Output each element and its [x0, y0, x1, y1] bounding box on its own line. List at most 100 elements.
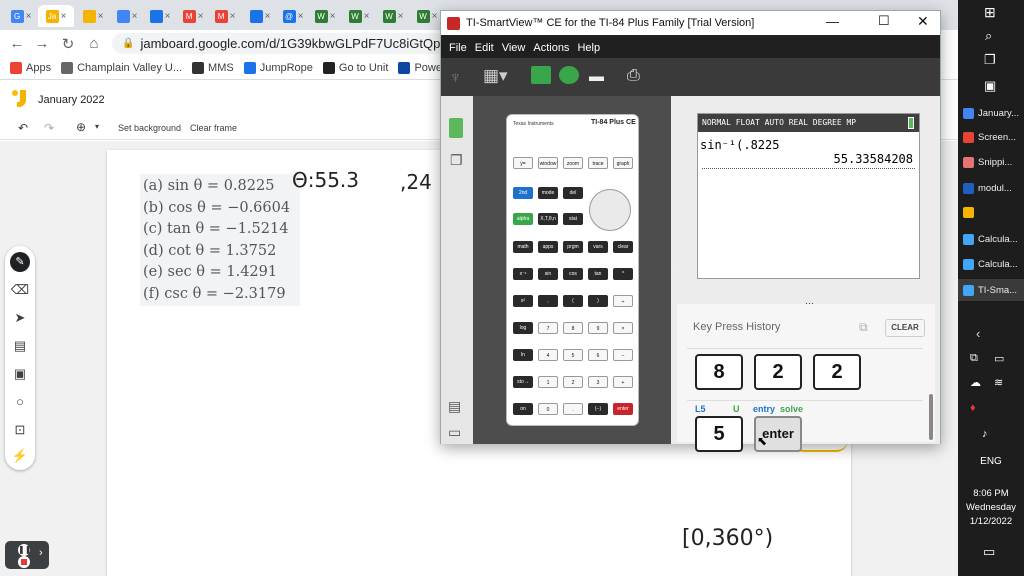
calc-key[interactable]: ln	[513, 349, 533, 361]
calc-key[interactable]: vars	[588, 241, 608, 253]
calc-key[interactable]: ×	[613, 322, 633, 334]
calculator-view-icon[interactable]	[449, 118, 463, 138]
history-key-2b[interactable]: 2	[813, 354, 861, 390]
onedrive-icon[interactable]: ☁	[970, 376, 981, 389]
minimize-icon[interactable]: —	[826, 14, 839, 29]
calc-key[interactable]: X,T,θ,n	[538, 213, 558, 225]
calc-key[interactable]: ,	[538, 295, 558, 307]
handwritten-theta-value[interactable]: Θ:55.3	[292, 168, 359, 192]
close-icon[interactable]: ✕	[917, 13, 929, 30]
home-icon[interactable]: ⌂	[85, 35, 103, 52]
calc-key[interactable]: sto→	[513, 376, 533, 388]
calc-key[interactable]: log	[513, 322, 533, 334]
zoom-dropdown-icon[interactable]: ▾	[95, 122, 99, 131]
bookmark-item[interactable]: Go to Unit	[322, 61, 388, 74]
store-icon[interactable]: ▣	[984, 78, 996, 94]
calc-key[interactable]: window	[538, 157, 558, 169]
calc-key[interactable]: ÷	[613, 295, 633, 307]
clear-frame-button[interactable]: Clear frame	[190, 123, 237, 133]
calc-key[interactable]: .	[563, 403, 583, 415]
notification-icon[interactable]: ▭	[983, 544, 995, 560]
taskbar-app[interactable]: Calcula...	[958, 253, 1024, 275]
tab-close-icon[interactable]: ×	[298, 11, 304, 22]
calc-key[interactable]: prgm	[563, 241, 583, 253]
reload-icon[interactable]: ↻	[59, 35, 77, 53]
tab-close-icon[interactable]: ×	[61, 11, 67, 22]
handwritten-interval[interactable]: [0,360°)	[682, 526, 773, 551]
calc-key[interactable]: 1	[538, 376, 558, 388]
menu-item[interactable]: Actions	[533, 42, 569, 54]
tab-close-icon[interactable]: ×	[26, 11, 32, 22]
forward-icon[interactable]: →	[33, 35, 51, 52]
browser-tab[interactable]: M ×	[178, 5, 208, 27]
calc-key[interactable]: x⁻¹	[513, 268, 533, 280]
clear-history-button[interactable]: CLEAR	[885, 319, 925, 337]
browser-tab[interactable]: W ×	[378, 5, 408, 27]
chevron-left-icon[interactable]: ‹	[976, 326, 980, 341]
browser-tab[interactable]: W ×	[310, 5, 340, 27]
tab-close-icon[interactable]: ×	[432, 11, 438, 22]
calc-key[interactable]: mode	[538, 187, 558, 199]
text-box-icon[interactable]: ⊡	[10, 420, 30, 440]
browser-tab[interactable]: G ×	[6, 5, 36, 27]
stop-icon[interactable]	[18, 556, 30, 568]
menu-item[interactable]: Edit	[475, 42, 494, 54]
calc-key[interactable]: x²	[513, 295, 533, 307]
calc-key[interactable]: 7	[538, 322, 558, 334]
calc-key[interactable]: enter	[613, 403, 633, 415]
page-title[interactable]: January 2022	[38, 94, 105, 106]
calc-key[interactable]: )	[588, 295, 608, 307]
calc-key[interactable]: clear	[613, 241, 633, 253]
address-bar[interactable]: 🔒 jamboard.google.com/d/1G39kbwGLPdF7Uc8…	[112, 33, 447, 54]
undo-icon[interactable]: ↶	[18, 121, 28, 135]
panel-divider-handle[interactable]: ⋮	[674, 266, 682, 275]
back-icon[interactable]: ←	[8, 35, 26, 52]
history-key-8[interactable]: 8	[695, 354, 743, 390]
calc-key[interactable]: (−)	[588, 403, 608, 415]
browser-tab[interactable]: @ ×	[278, 5, 308, 27]
tab-close-icon[interactable]: ×	[398, 11, 404, 22]
menu-item[interactable]: File	[449, 42, 467, 54]
maximize-icon[interactable]: ☐	[878, 13, 890, 29]
windows-start-icon[interactable]: ⊞	[984, 4, 996, 21]
eraser-icon[interactable]: ⌫	[10, 280, 30, 300]
recording-control[interactable]: ❚❚ ›	[5, 541, 49, 569]
circle-icon[interactable]: ○	[10, 392, 30, 412]
calc-key[interactable]: 3	[588, 376, 608, 388]
handwritten-partial[interactable]: ,24	[400, 170, 432, 194]
history-key-2[interactable]: 2	[754, 354, 802, 390]
sticky-note-icon[interactable]: ▤	[10, 336, 30, 356]
tray-icon-a[interactable]: ⧉	[970, 352, 978, 365]
tray-icon-b[interactable]: ▭	[994, 352, 1004, 365]
pen-icon[interactable]: ✎	[10, 252, 30, 272]
layout-icon[interactable]: ▬	[589, 68, 604, 85]
language-indicator[interactable]: ENG	[958, 456, 1024, 467]
browser-tab[interactable]: ×	[245, 5, 275, 27]
tab-close-icon[interactable]: ×	[364, 11, 370, 22]
select-icon[interactable]: ➤	[10, 308, 30, 328]
tab-close-icon[interactable]: ×	[330, 11, 336, 22]
tab-close-icon[interactable]: ×	[132, 11, 138, 22]
calc-key[interactable]: ^	[613, 268, 633, 280]
calc-key[interactable]: math	[513, 241, 533, 253]
send-to-calc-icon[interactable]	[531, 66, 551, 84]
calc-key[interactable]: (	[563, 295, 583, 307]
taskbar-app[interactable]	[958, 201, 1024, 223]
calc-key[interactable]: on	[513, 403, 533, 415]
calc-key[interactable]: 2	[563, 376, 583, 388]
calc-key[interactable]: 8	[563, 322, 583, 334]
calc-key[interactable]: 6	[588, 349, 608, 361]
taskbar-app[interactable]: Screen...	[958, 126, 1024, 148]
bookmark-item[interactable]: Champlain Valley U...	[61, 61, 182, 74]
calc-key[interactable]: del	[563, 187, 583, 199]
bookmark-item[interactable]: MMS	[192, 61, 234, 74]
taskbar-app[interactable]: Calcula...	[958, 228, 1024, 250]
search-icon[interactable]: ⌕	[985, 28, 992, 44]
set-background-button[interactable]: Set background	[118, 123, 181, 133]
calc-key[interactable]: y=	[513, 157, 533, 169]
browser-tab[interactable]: W ×	[412, 5, 442, 27]
camera-icon[interactable]: ⎙	[627, 67, 640, 85]
volume-icon[interactable]: ♪	[982, 428, 988, 440]
equations-image[interactable]: (a) sin θ = 0.8225 (b) cos θ = −0.6604 (…	[140, 174, 300, 306]
taskbar-app[interactable]: Snippi...	[958, 151, 1024, 173]
